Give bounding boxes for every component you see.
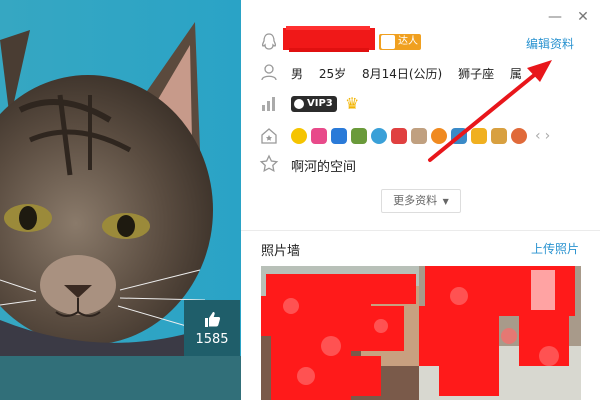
app-medal-icon[interactable] (311, 127, 327, 144)
crown-icon[interactable]: ♛ (345, 94, 359, 113)
eye-medal-icon[interactable] (371, 127, 387, 144)
like-button[interactable]: 1585 (184, 300, 240, 356)
age: 25岁 (318, 67, 347, 81)
game-medal-icon[interactable] (391, 127, 407, 144)
profile-card-window: 1585 — ✕ 达人 编辑资料 男 25岁 8月14日(公历) 狮子座 属 V… (0, 0, 600, 400)
profile-photo-panel: 1585 (0, 0, 241, 400)
minimize-icon[interactable]: — (546, 8, 564, 26)
plant-medal-icon[interactable] (351, 127, 367, 144)
basic-info-row: 男 25岁 8月14日(公历) 狮子座 属 (291, 65, 534, 82)
more-info-button[interactable]: 更多资料 ▼ (381, 189, 461, 213)
chinese-zodiac: 属 (509, 67, 522, 81)
chevron-right-icon[interactable]: › (545, 128, 551, 144)
edit-profile-link[interactable]: 编辑资料 (526, 35, 574, 52)
qzone-link[interactable]: 啊河的空间 (291, 156, 356, 175)
photo-wall-title: 照片墙 (261, 244, 301, 259)
chevron-down-icon: ▼ (442, 197, 449, 206)
shield-medal-icon[interactable] (471, 127, 487, 144)
medal-house-icon (259, 126, 279, 146)
cow-medal-icon[interactable] (411, 127, 427, 144)
photo-wall-thumbnail-1[interactable] (261, 266, 421, 400)
photo-wall-thumbnail-2[interactable] (419, 266, 581, 400)
nickname-redacted (283, 26, 375, 52)
talent-badge[interactable]: 达人 (379, 34, 421, 50)
person-icon (259, 62, 279, 82)
ring-medal-icon[interactable] (431, 127, 447, 144)
qq-penguin-icon (259, 32, 279, 52)
profile-info-panel: — ✕ 达人 编辑资料 男 25岁 8月14日(公历) 狮子座 属 VIP3 ♛… (241, 0, 600, 400)
more-info-label: 更多资料 (393, 194, 438, 207)
talent-badge-label: 达人 (398, 36, 418, 47)
photo-medal-icon[interactable] (331, 127, 347, 144)
vip-level-badge[interactable]: VIP3 (291, 96, 337, 112)
like-count: 1585 (195, 332, 229, 347)
birthday: 8月14日(公历) (361, 67, 443, 81)
medals-row: ‹ › (291, 125, 550, 145)
level-bars-icon (259, 94, 279, 114)
monkey-medal-icon[interactable] (511, 127, 527, 144)
photo-bottom-bar (0, 356, 241, 400)
chevron-left-icon[interactable]: ‹ (535, 128, 541, 144)
star-medal-icon[interactable] (291, 127, 307, 144)
vip-level-label: VIP3 (307, 98, 333, 109)
thumbs-up-icon (205, 312, 221, 327)
close-icon[interactable]: ✕ (574, 8, 592, 26)
vip-dot-icon (294, 99, 304, 109)
divider (241, 230, 600, 231)
star-outline-icon (259, 154, 279, 174)
upload-photo-link[interactable]: 上传照片 (531, 240, 579, 257)
gender: 男 (291, 67, 304, 81)
zodiac: 狮子座 (458, 67, 495, 81)
badge-icon (381, 35, 395, 49)
pet-medal-icon[interactable] (491, 127, 507, 144)
swim-medal-icon[interactable] (451, 127, 467, 144)
